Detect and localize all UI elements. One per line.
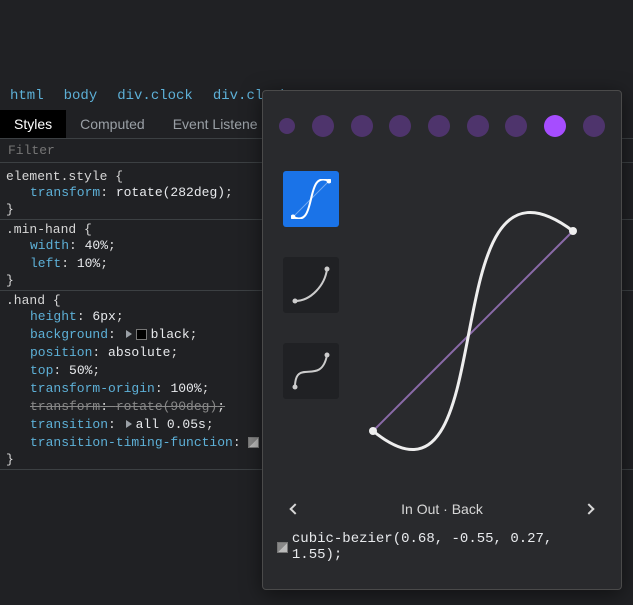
preview-dot	[428, 115, 450, 137]
preview-dot	[312, 115, 334, 137]
bezier-swatch-icon[interactable]	[277, 542, 288, 553]
preset-name-label: In Out · Back	[401, 501, 483, 517]
bezier-canvas[interactable]	[353, 171, 601, 491]
breadcrumb-item[interactable]: div.clock	[117, 88, 193, 104]
preview-dot	[279, 118, 295, 134]
tab-styles[interactable]: Styles	[0, 110, 66, 138]
tab-computed[interactable]: Computed	[66, 110, 159, 138]
selector[interactable]: element.style	[6, 169, 107, 184]
selector[interactable]: .hand	[6, 293, 45, 308]
preset-thumb-2[interactable]	[283, 257, 339, 313]
color-swatch-icon[interactable]	[136, 329, 147, 340]
breadcrumb-item[interactable]: body	[64, 88, 98, 104]
bezier-value-row: cubic-bezier(0.68, -0.55, 0.27, 1.55);	[263, 525, 621, 569]
chevron-right-icon[interactable]	[583, 503, 594, 514]
bezier-swatch-icon[interactable]	[248, 437, 259, 448]
preset-list	[283, 171, 353, 491]
animation-preview-row	[263, 91, 621, 161]
tab-event-listeners[interactable]: Event Listene	[159, 110, 272, 138]
bezier-editor-popup: In Out · Back cubic-bezier(0.68, -0.55, …	[262, 90, 622, 590]
selector[interactable]: .min-hand	[6, 222, 76, 237]
preview-dot	[583, 115, 605, 137]
expand-triangle-icon[interactable]	[126, 420, 132, 428]
preview-dot	[505, 115, 527, 137]
preset-nav-row: In Out · Back	[263, 491, 621, 525]
preset-thumb-3[interactable]	[283, 343, 339, 399]
preset-thumb-1[interactable]	[283, 171, 339, 227]
preview-dot	[544, 115, 566, 137]
expand-triangle-icon[interactable]	[126, 330, 132, 338]
preview-dot	[389, 115, 411, 137]
breadcrumb-item[interactable]: html	[10, 88, 44, 104]
preview-dot	[351, 115, 373, 137]
bezier-value-text[interactable]: cubic-bezier(0.68, -0.55, 0.27, 1.55);	[292, 531, 607, 563]
chevron-left-icon[interactable]	[289, 503, 300, 514]
preview-dot	[467, 115, 489, 137]
